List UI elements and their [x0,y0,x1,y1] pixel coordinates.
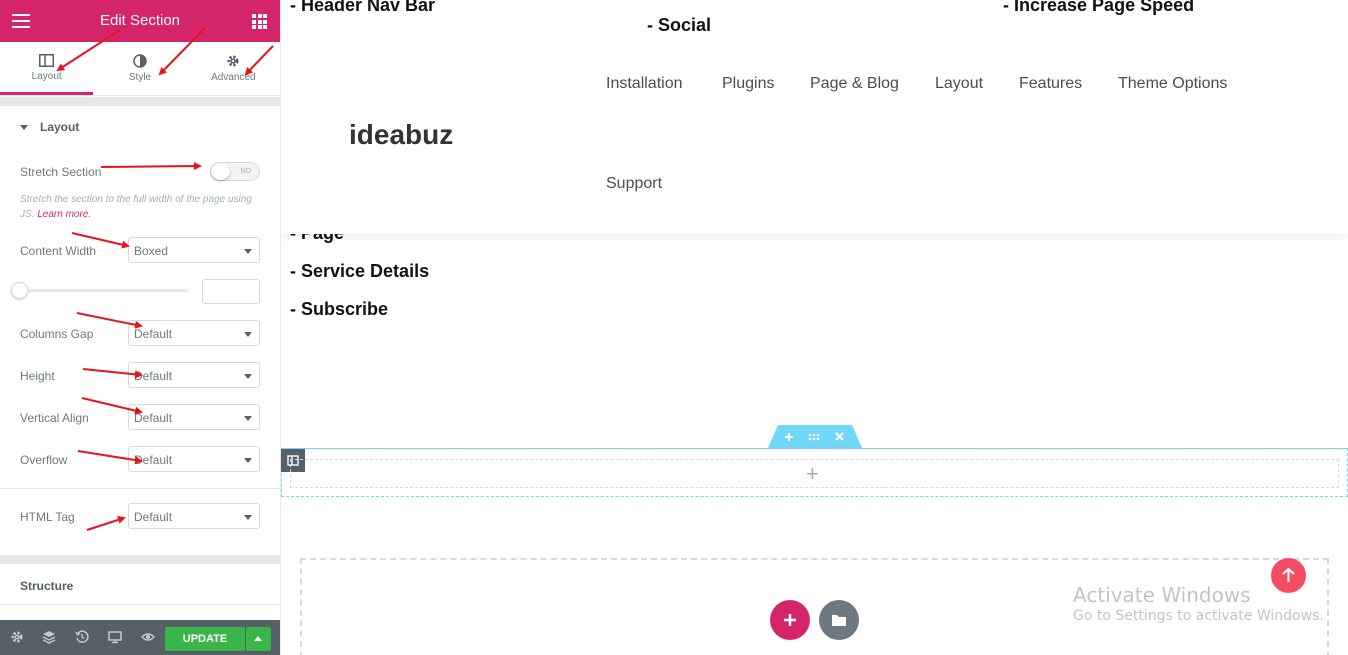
site-logo[interactable]: ideabuz [349,119,453,151]
layout-icon [39,54,55,67]
vertical-align-value: Default [134,411,173,425]
folder-icon [832,615,846,626]
preview-eye-icon[interactable] [141,630,155,644]
tab-style-label: Style [128,72,152,83]
stretch-description: Stretch the section to the full width of… [20,192,265,222]
content-width-label: Content Width [20,244,97,258]
activate-windows-title: Activate Windows [1073,583,1251,607]
overflow-select[interactable]: Default [128,446,260,472]
responsive-desktop-icon[interactable] [108,630,122,644]
history-icon[interactable] [75,630,89,644]
nav-item-installation[interactable]: Installation [606,75,683,93]
tab-advanced[interactable]: Advanced [187,42,280,95]
editor-panel: Edit Section Layout Style Advanced Layou… [0,0,281,655]
columns-gap-label: Columns Gap [20,327,94,341]
learn-more-link[interactable]: Learn more. [37,209,91,220]
height-label: Height [20,369,55,383]
panel-separator [0,97,280,106]
update-options-button[interactable] [246,627,271,651]
columns-gap-value: Default [134,327,173,341]
caret-down-icon [20,125,28,130]
stretch-section-label: Stretch Section [20,165,102,179]
arrow-up-icon [1282,567,1295,582]
content-width-value: Boxed [134,244,169,258]
update-button[interactable]: UPDATE [165,627,245,651]
html-tag-label: HTML Tag [20,510,75,524]
width-slider-handle[interactable] [11,282,28,299]
panel-header: Edit Section [0,0,280,42]
overflow-value: Default [134,453,173,467]
divider [0,488,280,489]
plus-icon [784,614,796,626]
add-template-button[interactable] [819,600,859,640]
chevron-down-icon [244,515,252,520]
panel-tabs: Layout Style Advanced [0,42,280,96]
nav-item-theme-options[interactable]: Theme Options [1118,75,1227,93]
panel-separator [0,555,280,564]
tab-style[interactable]: Style [93,42,186,95]
activate-windows-subtitle: Go to Settings to activate Windows. [1073,608,1324,624]
gear-icon [227,55,239,67]
tab-layout-label: Layout [31,71,62,82]
tab-layout[interactable]: Layout [0,42,94,95]
width-slider-track[interactable] [20,289,188,292]
site-header: ideabuz Installation Plugins Page & Blog… [281,34,1348,234]
page-preview: - Header Nav Bar - Increase Page Speed -… [281,0,1348,655]
tab-advanced-label: Advanced [211,72,256,83]
structure-section-title: Structure [20,579,74,593]
nav-item-features[interactable]: Features [1019,75,1082,93]
vertical-align-label: Vertical Align [20,411,89,425]
contrast-icon [133,54,147,68]
toggle-state-text: NO [240,168,252,175]
menu-text-item: - Header Nav Bar [290,0,436,15]
chevron-down-icon [244,416,252,421]
menu-text-item: - Service Details [290,261,430,281]
layout-section-title: Layout [40,120,80,134]
overflow-label: Overflow [20,453,68,467]
chevron-down-icon [244,249,252,254]
content-width-select[interactable]: Boxed [128,237,260,263]
chevron-down-icon [244,374,252,379]
nav-item-layout[interactable]: Layout [935,75,983,93]
stretch-section-toggle[interactable]: NO [210,162,260,181]
nav-item-page-blog[interactable]: Page & Blog [810,75,899,93]
height-value: Default [134,369,173,383]
menu-text-item: - Increase Page Speed [1003,0,1195,15]
add-widget-plus-icon[interactable]: + [806,461,819,487]
nav-item-support[interactable]: Support [606,175,662,193]
vertical-align-select[interactable]: Default [128,404,260,430]
menu-text-item: - Social [647,15,712,35]
menu-text-item: - Subscribe [290,299,389,319]
html-tag-select[interactable]: Default [128,503,260,529]
section-handle[interactable] [768,425,862,448]
caret-up-icon [254,636,262,641]
panel-title: Edit Section [99,12,181,29]
toggle-knob [211,163,230,180]
chevron-down-icon [244,332,252,337]
height-select[interactable]: Default [128,362,260,388]
nav-item-plugins[interactable]: Plugins [722,75,774,93]
navigator-layers-icon[interactable] [42,630,56,644]
widgets-grid-icon[interactable] [252,14,267,29]
add-new-section-button[interactable] [770,600,810,640]
chevron-down-icon [244,458,252,463]
scroll-to-top-button[interactable] [1271,558,1306,593]
columns-gap-select[interactable]: Default [128,320,260,346]
width-number-input[interactable] [202,279,260,304]
divider [0,604,280,605]
settings-gear-icon[interactable] [10,630,24,644]
html-tag-value: Default [134,510,173,524]
